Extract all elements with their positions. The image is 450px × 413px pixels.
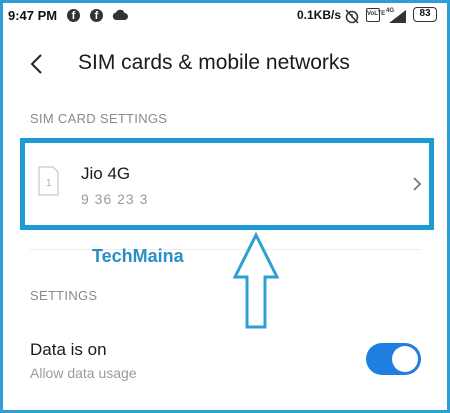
status-time: 9:47 PM <box>8 8 58 23</box>
up-arrow-icon <box>232 232 280 329</box>
data-speed: 0.1KB/s <box>297 8 342 22</box>
section-header-settings: SETTINGS <box>30 288 98 303</box>
facebook-icon: f <box>90 9 103 22</box>
sim-card-item[interactable]: 1 Jio 4G 9 36 23 3 <box>20 138 434 230</box>
data-toggle-subtitle: Allow data usage <box>30 365 137 381</box>
sim-slot-label: 1 <box>46 178 52 189</box>
divider <box>30 249 421 250</box>
status-bar: 9:47 PM f f 0.1KB/s VoLTE 4G 83 <box>0 0 450 32</box>
sim-name: Jio 4G <box>81 164 131 183</box>
section-header-sim: SIM CARD SETTINGS <box>30 111 168 126</box>
data-toggle-title: Data is on <box>30 340 107 359</box>
chevron-left-icon[interactable] <box>26 52 50 76</box>
toggle-knob <box>392 346 418 372</box>
sim-number: 9 36 23 3 <box>81 191 149 207</box>
signal-icon: 4G <box>386 8 406 23</box>
chevron-right-icon <box>413 177 422 191</box>
cloud-icon <box>112 9 128 20</box>
volte-icon: VoLTE <box>366 8 385 22</box>
battery-icon: 83 <box>413 7 437 22</box>
alarm-off-icon <box>345 9 359 24</box>
watermark: TechMaina <box>92 246 184 266</box>
facebook-icon: f <box>67 9 80 22</box>
mobile-data-toggle[interactable] <box>366 343 421 375</box>
page-title: SIM cards & mobile networks <box>78 51 350 74</box>
sim-card-icon: 1 <box>38 166 59 196</box>
network-type: 4G <box>386 8 394 14</box>
